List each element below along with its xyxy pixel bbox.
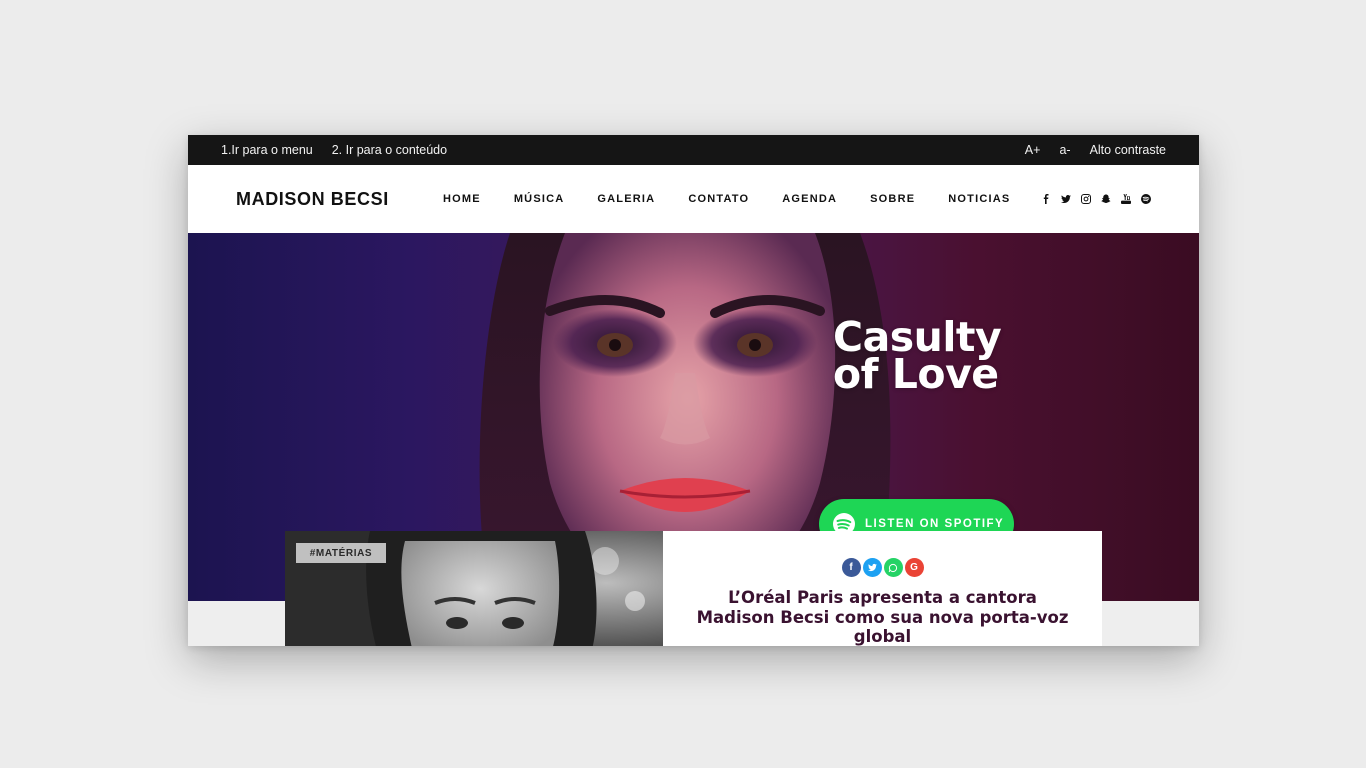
spotify-button-label: LISTEN ON SPOTIFY [865, 518, 1005, 530]
whatsapp-share-icon[interactable] [883, 558, 903, 577]
hero-title-line-2: of Love [833, 350, 999, 398]
skip-to-menu-link[interactable]: 1.Ir para o menu [221, 143, 313, 157]
nav-agenda[interactable]: AGENDA [782, 193, 837, 205]
nav-galeria[interactable]: GALERIA [597, 193, 655, 205]
accessibility-controls: A+ a- Alto contraste [1025, 143, 1166, 157]
twitter-icon[interactable] [1060, 194, 1071, 205]
news-photo[interactable]: #MATÉRIAS [285, 531, 663, 646]
news-card-body: f G L’Oréal Paris apresenta a cantora Ma… [663, 531, 1102, 646]
site-header: MADISON BECSI HOME MÚSICA GALERIA CONTAT… [188, 165, 1199, 233]
facebook-share-icon[interactable]: f [841, 558, 861, 577]
nav-sobre[interactable]: SOBRE [870, 193, 915, 205]
site-logo[interactable]: MADISON BECSI [236, 189, 443, 210]
nav-musica[interactable]: MÚSICA [514, 193, 565, 205]
share-buttons: f G [841, 558, 924, 577]
instagram-icon[interactable] [1080, 194, 1091, 205]
facebook-icon[interactable] [1040, 194, 1051, 205]
snapchat-icon[interactable] [1100, 194, 1111, 205]
nav-noticias[interactable]: NOTICIAS [948, 193, 1010, 205]
social-links [1040, 194, 1151, 205]
accessibility-bar: 1.Ir para o menu 2. Ir para o conteúdo A… [188, 135, 1199, 165]
news-headline[interactable]: L’Oréal Paris apresenta a cantora Madiso… [688, 588, 1078, 646]
hero-title: Casulty of Love [833, 317, 1002, 398]
nav-home[interactable]: HOME [443, 193, 481, 205]
browser-viewport: 1.Ir para o menu 2. Ir para o conteúdo A… [188, 135, 1199, 646]
skip-links: 1.Ir para o menu 2. Ir para o conteúdo [221, 143, 447, 157]
font-decrease-button[interactable]: a- [1059, 143, 1070, 157]
high-contrast-button[interactable]: Alto contraste [1090, 143, 1166, 157]
category-tag[interactable]: #MATÉRIAS [296, 543, 386, 563]
font-increase-button[interactable]: A+ [1025, 143, 1041, 157]
featured-news-card[interactable]: #MATÉRIAS f G L’Oréal Paris apresenta a … [285, 531, 1102, 646]
spotify-icon[interactable] [1140, 194, 1151, 205]
twitter-share-icon[interactable] [862, 558, 882, 577]
nav-contato[interactable]: CONTATO [688, 193, 749, 205]
skip-to-content-link[interactable]: 2. Ir para o conteúdo [332, 143, 447, 157]
google-share-icon[interactable]: G [904, 558, 924, 577]
main-nav: HOME MÚSICA GALERIA CONTATO AGENDA SOBRE… [443, 193, 1020, 205]
youtube-icon[interactable] [1120, 194, 1131, 205]
